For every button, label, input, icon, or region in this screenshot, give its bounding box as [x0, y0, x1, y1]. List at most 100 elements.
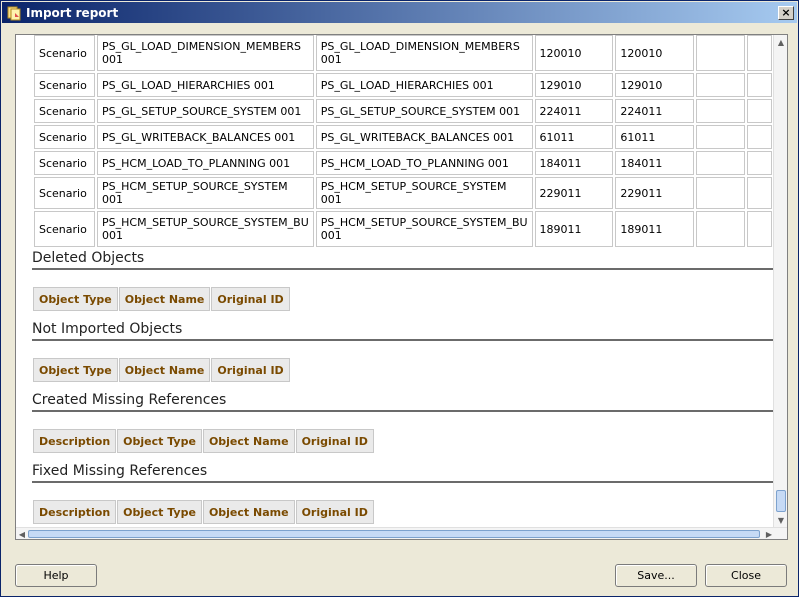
- table-row: Scenario PS_HCM_SETUP_SOURCE_SYSTEM_BU 00…: [34, 211, 772, 247]
- vertical-scroll-thumb[interactable]: [776, 490, 786, 512]
- column-header: Original ID: [211, 287, 290, 311]
- id-cell: 229011: [534, 177, 614, 209]
- empty-cell: [696, 177, 745, 209]
- table-row: Scenario PS_GL_SETUP_SOURCE_SYSTEM 001 P…: [34, 99, 772, 123]
- created-missing-references-heading: Created Missing References: [32, 392, 774, 412]
- id-cell: 184011: [534, 151, 614, 175]
- deleted-objects-heading: Deleted Objects: [32, 250, 774, 270]
- column-header: Object Type: [33, 358, 118, 382]
- vertical-scrollbar[interactable]: ▲ ▼: [773, 35, 787, 527]
- object-type-cell: Scenario: [34, 35, 96, 71]
- fixed-missing-references-heading: Fixed Missing References: [32, 463, 774, 483]
- object-type-cell: Scenario: [34, 73, 96, 97]
- report-viewer: Scenario PS_GL_LOAD_DIMENSION_MEMBERS 001…: [15, 34, 788, 540]
- close-button[interactable]: Close: [705, 564, 787, 587]
- column-header: Original ID: [295, 500, 374, 524]
- id-cell: 61011: [534, 125, 614, 149]
- original-name-cell: PS_HCM_SETUP_SOURCE_SYSTEM_BU 001: [315, 211, 533, 247]
- report-content: Scenario PS_GL_LOAD_DIMENSION_MEMBERS 001…: [16, 35, 774, 527]
- id-cell: 224011: [534, 99, 614, 123]
- object-name-cell: PS_HCM_LOAD_TO_PLANNING 001: [97, 151, 314, 175]
- column-header: Description: [33, 429, 117, 453]
- column-header: Description: [33, 500, 117, 524]
- help-button-label: Help: [43, 569, 69, 582]
- column-header: Original ID: [295, 429, 374, 453]
- table-row: Scenario PS_GL_WRITEBACK_BALANCES 001 PS…: [34, 125, 772, 149]
- not-imported-objects-heading: Not Imported Objects: [32, 321, 774, 341]
- original-name-cell: PS_GL_SETUP_SOURCE_SYSTEM 001: [315, 99, 533, 123]
- horizontal-scroll-thumb[interactable]: [28, 530, 760, 538]
- object-type-cell: Scenario: [34, 125, 96, 149]
- original-id-cell: 189011: [615, 211, 695, 247]
- object-name-cell: PS_HCM_SETUP_SOURCE_SYSTEM 001: [97, 177, 314, 209]
- column-header: Original ID: [211, 358, 290, 382]
- import-report-dialog: Import report × Scenario PS_GL_LOAD_DIME…: [0, 0, 799, 597]
- close-window-button[interactable]: ×: [778, 5, 794, 20]
- original-id-cell: 120010: [615, 35, 695, 71]
- original-id-cell: 61011: [615, 125, 695, 149]
- empty-cell: [746, 177, 772, 209]
- original-name-cell: PS_GL_LOAD_DIMENSION_MEMBERS 001: [315, 35, 533, 71]
- object-name-cell: PS_GL_WRITEBACK_BALANCES 001: [97, 125, 314, 149]
- object-type-cell: Scenario: [34, 99, 96, 123]
- created-missing-references-table: Description Object Type Object Name Orig…: [32, 428, 375, 454]
- original-id-cell: 129010: [615, 73, 695, 97]
- title-bar[interactable]: Import report ×: [2, 2, 797, 23]
- window-title: Import report: [26, 5, 119, 20]
- empty-cell: [746, 211, 772, 247]
- column-header: Object Type: [117, 500, 202, 524]
- original-id-cell: 229011: [615, 177, 695, 209]
- object-name-cell: PS_HCM_SETUP_SOURCE_SYSTEM_BU 001: [97, 211, 314, 247]
- deleted-objects-table: Object Type Object Name Original ID: [32, 286, 291, 312]
- original-name-cell: PS_HCM_LOAD_TO_PLANNING 001: [315, 151, 533, 175]
- id-cell: 189011: [534, 211, 614, 247]
- horizontal-scrollbar[interactable]: ◀ ▶: [16, 527, 787, 539]
- object-type-cell: Scenario: [34, 211, 96, 247]
- empty-cell: [746, 151, 772, 175]
- object-name-cell: PS_GL_LOAD_DIMENSION_MEMBERS 001: [97, 35, 314, 71]
- original-name-cell: PS_GL_LOAD_HIERARCHIES 001: [315, 73, 533, 97]
- column-header: Object Name: [202, 500, 295, 524]
- save-button-label: Save...: [637, 569, 675, 582]
- id-cell: 129010: [534, 73, 614, 97]
- empty-cell: [746, 35, 772, 71]
- empty-cell: [696, 151, 745, 175]
- fixed-missing-references-table: Description Object Type Object Name Orig…: [32, 499, 375, 525]
- empty-cell: [746, 125, 772, 149]
- object-name-cell: PS_GL_LOAD_HIERARCHIES 001: [97, 73, 314, 97]
- original-id-cell: 224011: [615, 99, 695, 123]
- column-header: Object Type: [33, 287, 118, 311]
- empty-cell: [746, 99, 772, 123]
- save-button[interactable]: Save...: [615, 564, 697, 587]
- scroll-left-icon[interactable]: ◀: [16, 528, 28, 539]
- table-row: Scenario PS_HCM_SETUP_SOURCE_SYSTEM 001 …: [34, 177, 772, 209]
- close-button-label: Close: [731, 569, 761, 582]
- close-icon: ×: [781, 6, 791, 19]
- empty-cell: [696, 35, 745, 71]
- table-row: Scenario PS_GL_LOAD_DIMENSION_MEMBERS 001…: [34, 35, 772, 71]
- empty-cell: [696, 99, 745, 123]
- imported-objects-table: Scenario PS_GL_LOAD_DIMENSION_MEMBERS 001…: [32, 35, 774, 249]
- original-name-cell: PS_HCM_SETUP_SOURCE_SYSTEM 001: [315, 177, 533, 209]
- empty-cell: [746, 73, 772, 97]
- table-row: Scenario PS_GL_LOAD_HIERARCHIES 001 PS_G…: [34, 73, 772, 97]
- original-name-cell: PS_GL_WRITEBACK_BALANCES 001: [315, 125, 533, 149]
- column-header: Object Name: [118, 358, 211, 382]
- column-header: Object Type: [117, 429, 202, 453]
- empty-cell: [696, 125, 745, 149]
- help-button[interactable]: Help: [15, 564, 97, 587]
- empty-cell: [696, 73, 745, 97]
- object-name-cell: PS_GL_SETUP_SOURCE_SYSTEM 001: [97, 99, 314, 123]
- not-imported-objects-table: Object Type Object Name Original ID: [32, 357, 291, 383]
- column-header: Object Name: [118, 287, 211, 311]
- object-type-cell: Scenario: [34, 151, 96, 175]
- scroll-down-icon[interactable]: ▼: [774, 513, 787, 527]
- scroll-right-icon[interactable]: ▶: [763, 528, 775, 539]
- report-icon: [6, 5, 22, 21]
- column-header: Object Name: [202, 429, 295, 453]
- scroll-up-icon[interactable]: ▲: [774, 35, 787, 49]
- table-row: Scenario PS_HCM_LOAD_TO_PLANNING 001 PS_…: [34, 151, 772, 175]
- id-cell: 120010: [534, 35, 614, 71]
- empty-cell: [696, 211, 745, 247]
- original-id-cell: 184011: [615, 151, 695, 175]
